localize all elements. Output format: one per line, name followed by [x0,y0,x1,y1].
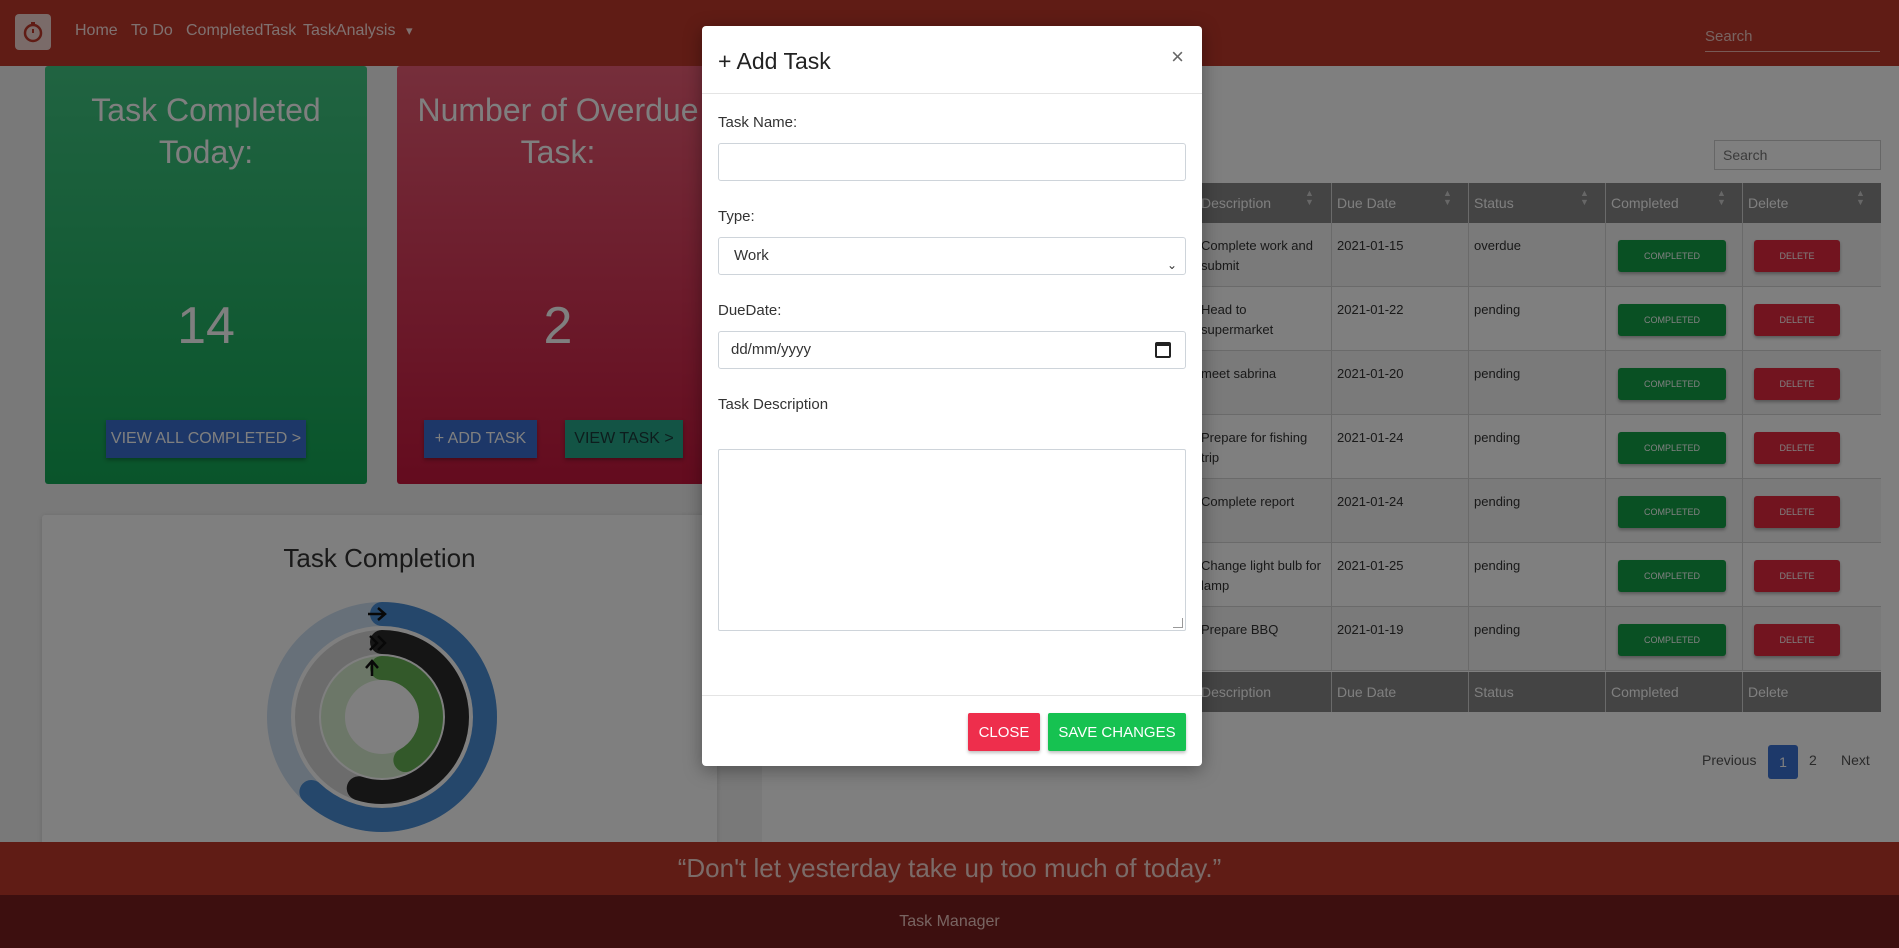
add-task-modal: + Add Task × Task Name: Type: Work ⌄ Due… [702,26,1202,766]
close-icon[interactable]: × [1171,44,1184,70]
modal-title: + Add Task [718,48,831,74]
modal-footer-divider [702,695,1202,696]
save-changes-button[interactable]: SAVE CHANGES [1048,713,1186,751]
due-date-input[interactable]: dd/mm/yyyy [718,331,1186,369]
task-description-textarea[interactable] [718,449,1186,631]
task-name-input[interactable] [718,143,1186,181]
due-date-label: DueDate: [718,302,782,319]
modal-header: + Add Task × [702,26,1202,94]
type-select[interactable]: Work ⌄ [718,237,1186,275]
task-name-label: Task Name: [718,114,798,131]
close-button[interactable]: CLOSE [968,713,1040,751]
calendar-icon[interactable] [1155,342,1171,358]
type-label: Type: [718,208,755,225]
due-date-placeholder: dd/mm/yyyy [731,341,812,358]
task-description-label: Task Description [718,396,829,413]
chevron-down-icon: ⌄ [1166,258,1177,272]
resize-handle-icon[interactable] [1173,618,1183,628]
type-select-value: Work [734,247,769,264]
